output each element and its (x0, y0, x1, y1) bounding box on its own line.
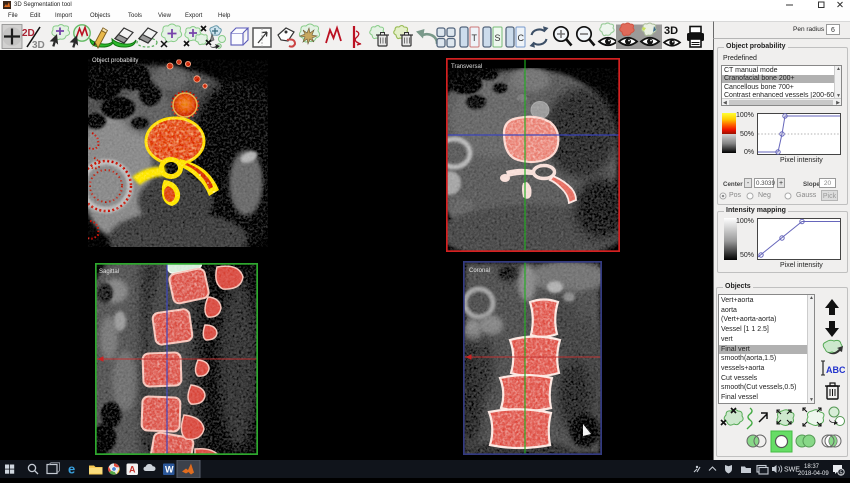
svg-text:2018-04-09: 2018-04-09 (798, 471, 829, 477)
svg-text:C: C (518, 33, 525, 43)
svg-text:e: e (68, 462, 75, 477)
svg-text:S: S (495, 33, 501, 43)
svg-text:Sagittal: Sagittal (99, 269, 119, 275)
svg-text:Object probability: Object probability (92, 58, 138, 64)
svg-text:18:37: 18:37 (804, 464, 820, 470)
svg-text:ABC: ABC (826, 365, 845, 375)
svg-text:T: T (472, 33, 478, 43)
svg-text:W: W (165, 465, 174, 475)
svg-text:A: A (129, 465, 136, 475)
svg-text:3D: 3D (664, 25, 678, 37)
svg-text:Transversal: Transversal (451, 64, 482, 70)
svg-text:Coronal: Coronal (469, 268, 490, 274)
svg-text:5: 5 (840, 470, 843, 476)
